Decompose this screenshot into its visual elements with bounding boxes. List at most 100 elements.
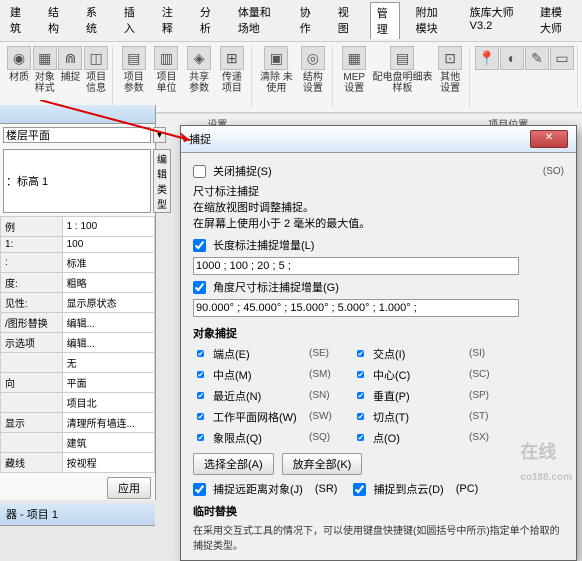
snap-checkbox[interactable]: [357, 347, 364, 360]
snap-label: 端点(E): [213, 346, 303, 362]
prop-key: 度:: [1, 273, 63, 293]
snap-checkbox[interactable]: [197, 410, 204, 423]
snap-shortcut: (SW): [309, 411, 347, 422]
prop-value[interactable]: 清理所有墙连...: [62, 413, 154, 433]
tool-icon[interactable]: ▤: [390, 46, 414, 70]
prop-value[interactable]: 按视程: [62, 453, 154, 473]
prop-value[interactable]: 1 : 100: [62, 217, 154, 237]
tool-label: 项目 单位: [151, 72, 183, 94]
snap-checkbox[interactable]: [357, 431, 364, 444]
len-inc-label: 长度标注捕捉增量(L): [213, 237, 314, 253]
tool-label: 捕捉: [60, 72, 80, 83]
snap-label: 交点(I): [373, 346, 463, 362]
snap-label: 垂直(P): [373, 388, 463, 404]
dim-snap-label: 尺寸标注捕捉: [193, 183, 564, 199]
menu-协作[interactable]: 协作: [294, 2, 322, 39]
snap-shortcut: (SX): [469, 432, 507, 443]
prop-key: /图形替换: [1, 313, 63, 333]
unselect-all-button[interactable]: 放弃全部(K): [282, 453, 363, 475]
snap-checkbox[interactable]: [357, 410, 364, 423]
menu-系统[interactable]: 系统: [80, 2, 108, 39]
cloud-sc: (PC): [456, 483, 479, 495]
snap-shortcut: (SN): [309, 390, 347, 401]
cloud-checkbox[interactable]: [353, 483, 366, 496]
close-snap-checkbox[interactable]: [193, 165, 206, 178]
snap-label: 工作平面网格(W): [213, 409, 303, 425]
menu-附加模块[interactable]: 附加模块: [410, 2, 454, 39]
tool-icon[interactable]: ▣: [264, 46, 288, 70]
ang-inc-checkbox[interactable]: [193, 281, 206, 294]
snap-checkbox[interactable]: [357, 389, 364, 402]
tool-icon[interactable]: ⊡: [438, 46, 462, 70]
tool-label: 配电盘明细表 样板: [372, 72, 434, 94]
tool-icon[interactable]: ◐: [500, 46, 524, 70]
tool-label: 项目 信息: [83, 72, 108, 94]
snap-label: 象限点(Q): [213, 430, 303, 446]
snap-checkbox[interactable]: [197, 431, 204, 444]
prop-value[interactable]: 项目北: [62, 393, 154, 413]
select-all-button[interactable]: 选择全部(A): [193, 453, 274, 475]
snap-shortcut: (SE): [309, 348, 347, 359]
close-snap-label: 关闭捕捉(S): [213, 163, 272, 179]
tool-icon[interactable]: ▭: [550, 46, 574, 70]
prop-value[interactable]: 标准: [62, 253, 154, 273]
tool-icon[interactable]: ▤: [122, 46, 146, 70]
tool-icon[interactable]: 📍: [475, 46, 499, 70]
prop-value[interactable]: 平面: [62, 373, 154, 393]
snap-label: 中点(M): [213, 367, 303, 383]
menu-结构[interactable]: 结构: [42, 2, 70, 39]
menu-建筑[interactable]: 建筑: [4, 2, 32, 39]
tool-icon[interactable]: ◉: [7, 46, 31, 70]
menu-视图[interactable]: 视图: [332, 2, 360, 39]
floor-plan-select[interactable]: [3, 127, 151, 143]
snap-checkbox[interactable]: [197, 389, 204, 402]
edit-type-button[interactable]: 编辑类型: [153, 149, 171, 213]
prop-value[interactable]: 显示原状态: [62, 293, 154, 313]
menu-插入[interactable]: 插入: [118, 2, 146, 39]
apply-button[interactable]: 应用: [107, 477, 151, 499]
tool-icon[interactable]: ⋒: [58, 46, 82, 70]
close-snap-shortcut: (SO): [543, 166, 564, 177]
temp-title: 临时替换: [193, 503, 564, 519]
tool-icon[interactable]: ◫: [84, 46, 108, 70]
menu-注释[interactable]: 注释: [156, 2, 184, 39]
close-icon[interactable]: ✕: [530, 130, 568, 148]
menu-分析[interactable]: 分析: [194, 2, 222, 39]
tool-icon[interactable]: ⊞: [220, 46, 244, 70]
menu-bar: 建筑结构系统插入注释分析体量和场地协作视图管理附加模块族库大师V3.2 建模大师: [0, 0, 582, 42]
tool-icon[interactable]: ▥: [154, 46, 178, 70]
prop-value[interactable]: 编辑...: [62, 333, 154, 353]
prop-key: 显示: [1, 413, 63, 433]
snap-shortcut: (SM): [309, 369, 347, 380]
prop-key: [1, 433, 63, 453]
menu-族库大师V3.2[interactable]: 族库大师V3.2: [464, 2, 524, 39]
floor-plan-dropdown[interactable]: ▾: [153, 127, 166, 143]
remote-sc: (SR): [315, 483, 338, 495]
remote-label: 捕捉远距离对象(J): [213, 481, 303, 497]
tool-icon[interactable]: ▦: [33, 46, 57, 70]
tool-icon[interactable]: ◈: [187, 46, 211, 70]
snap-label: 中心(C): [373, 367, 463, 383]
menu-体量和场地[interactable]: 体量和场地: [232, 2, 284, 39]
snap-checkbox[interactable]: [197, 347, 204, 360]
panel-header: [0, 105, 155, 124]
prop-value[interactable]: 粗略: [62, 273, 154, 293]
prop-value[interactable]: 100: [62, 237, 154, 253]
remote-checkbox[interactable]: [193, 483, 206, 496]
menu-建模大师[interactable]: 建模大师: [534, 2, 578, 39]
menu-管理[interactable]: 管理: [370, 2, 400, 39]
snap-checkbox[interactable]: [197, 368, 204, 381]
tool-icon[interactable]: ◎: [301, 46, 325, 70]
prop-value[interactable]: 无: [62, 353, 154, 373]
prop-key: :: [1, 253, 63, 273]
snap-shortcut: (SC): [469, 369, 507, 380]
snap-checkbox[interactable]: [357, 368, 364, 381]
tool-icon[interactable]: ✎: [525, 46, 549, 70]
len-inc-input[interactable]: [193, 257, 519, 275]
type-select[interactable]: [3, 149, 151, 213]
prop-value[interactable]: 编辑...: [62, 313, 154, 333]
tool-icon[interactable]: ▦: [342, 46, 366, 70]
len-inc-checkbox[interactable]: [193, 239, 206, 252]
ang-inc-input[interactable]: [193, 299, 519, 317]
prop-value[interactable]: 建筑: [62, 433, 154, 453]
